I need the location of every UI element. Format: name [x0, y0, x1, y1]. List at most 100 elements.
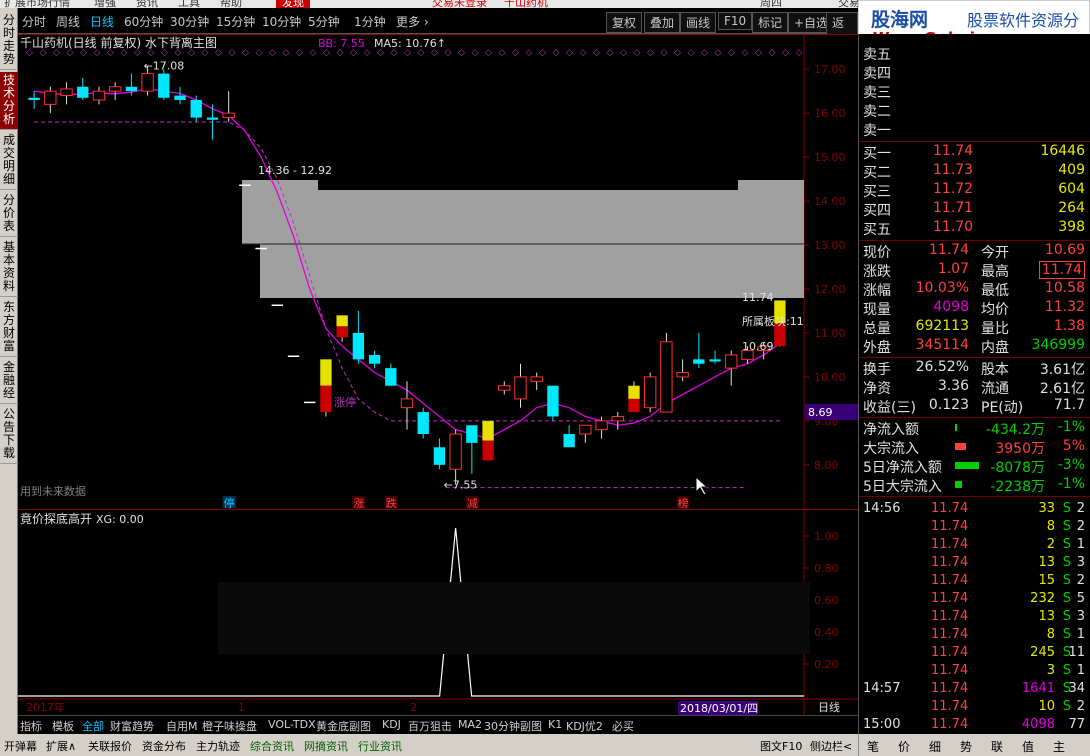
menu-item[interactable]: 资讯	[136, 0, 158, 8]
stat-label: 收益(三)	[863, 400, 916, 416]
period-tab[interactable]: 15分钟	[216, 13, 255, 30]
indicator-tab[interactable]: 橙子味操盘	[202, 718, 257, 734]
candle-body	[108, 86, 122, 92]
tick-count: 3	[1076, 609, 1085, 624]
indicator-tab[interactable]: 30分钟副图	[484, 718, 542, 734]
stat-label: 换手	[863, 362, 891, 378]
toolbar-button[interactable]: 叠加	[644, 12, 681, 33]
bottom-tab[interactable]: 关联报价	[88, 738, 132, 754]
period-tab[interactable]: 周线	[56, 13, 80, 30]
indicator-tab[interactable]: 全部	[82, 718, 104, 734]
menu-item[interactable]: 交易未登录	[432, 0, 487, 8]
indicator-tab[interactable]: 黄金底副图	[316, 718, 371, 734]
indicator-tab[interactable]: MA2	[458, 718, 482, 731]
quote-panel-tab[interactable]: 势	[960, 738, 972, 755]
indicator-tab[interactable]: KDJ	[382, 718, 401, 731]
period-tab[interactable]: 10分钟	[262, 13, 301, 30]
left-nav-item[interactable]: 金融经	[0, 359, 18, 404]
indicator-tab[interactable]: 自用M	[166, 718, 198, 734]
stat-label: 总量	[863, 321, 891, 337]
indicator-tab[interactable]: 模板	[52, 718, 74, 734]
candle-body	[595, 420, 608, 431]
left-nav-item[interactable]: 分时走势	[0, 12, 18, 70]
menu-item[interactable]: 交易	[838, 0, 860, 8]
menu-item[interactable]: 增强	[94, 0, 116, 8]
left-nav-item[interactable]: 东方财富	[0, 299, 18, 357]
period-tab[interactable]: 60分钟	[124, 13, 163, 30]
indicator-panel[interactable]: 竟价探底高开 XG: 0.00 1.00 0.80 0.60 0.40 0.20 2017年 1…	[18, 510, 858, 715]
tick-count: 11	[1068, 645, 1085, 660]
left-nav-item[interactable]: 技术分析	[0, 72, 18, 130]
bottom-tab[interactable]: 主力轨迹	[196, 738, 240, 754]
stat-value: 1.38	[1053, 318, 1085, 334]
indicator-tab[interactable]: 指标	[20, 718, 42, 734]
left-nav-item[interactable]: 分价表	[0, 192, 18, 237]
tick-row: 11.74 2 S 1	[863, 537, 1089, 555]
candle-body	[44, 90, 57, 105]
bid-volume: 16446	[1040, 143, 1085, 159]
period-tab[interactable]: 1分钟	[354, 13, 386, 30]
period-tab[interactable]: 5分钟	[308, 13, 340, 30]
y-tick-label: 17.00	[814, 63, 846, 76]
toolbar-button[interactable]: 复权	[606, 12, 643, 33]
candle-body	[660, 341, 673, 413]
kline-svg[interactable]: 17.00 16.00 15.00 14.00 13.00 12.00 11.00 10.00…	[18, 34, 858, 510]
event-marker: 涨	[353, 497, 364, 510]
tick-volume: 4098	[1021, 717, 1055, 732]
menu-item[interactable]: 千山药机	[504, 0, 548, 8]
period-tab[interactable]: 日线	[90, 13, 114, 30]
menu-item[interactable]: 发现	[276, 0, 310, 8]
menu-item[interactable]: 帮助	[220, 0, 242, 8]
left-nav-item[interactable]: 成交明细	[0, 132, 18, 190]
bid-row: 买一 11.74 16446	[863, 143, 1089, 162]
period-tab[interactable]: 分时	[22, 13, 46, 30]
candle-body	[449, 433, 462, 470]
indicator-tab[interactable]: VOL-TDX	[268, 718, 316, 731]
left-nav-item[interactable]: 基本资料	[0, 239, 18, 297]
bottom-tab[interactable]: 综合资讯	[250, 738, 294, 754]
bottom-right-tab[interactable]: 侧边栏<	[810, 738, 852, 754]
flow-label: 5日大宗流入	[863, 479, 942, 495]
kline-chart[interactable]: 17.00 16.00 15.00 14.00 13.00 12.00 11.00 10.00…	[18, 34, 858, 510]
quote-panel-tab[interactable]: 价	[898, 738, 910, 755]
stat-label: 内盘	[981, 340, 1009, 356]
bottom-tab[interactable]: 扩展∧	[46, 738, 76, 754]
stat-value: 3.36	[937, 378, 969, 394]
left-nav-item[interactable]: 公告下载	[0, 406, 18, 464]
indicator-tab[interactable]: 财富趋势	[110, 718, 154, 734]
menu-item[interactable]: 周四	[760, 0, 782, 8]
quote-panel-tab[interactable]: 值	[1022, 738, 1034, 755]
indicator-tab[interactable]: 百万狙击	[408, 718, 452, 734]
divider	[859, 417, 1090, 418]
stat-row: 换手 26.52% 股本 3.61亿	[863, 359, 1089, 378]
quote-panel-tab[interactable]: 笔	[867, 738, 879, 755]
flow-value: -8078万	[990, 460, 1045, 476]
toolbar-button[interactable]: 画线	[680, 12, 717, 33]
quote-panel-tab[interactable]: 细	[929, 738, 941, 755]
bottom-tab[interactable]: 行业资讯	[358, 738, 402, 754]
toolbar-button[interactable]: F10	[718, 12, 753, 30]
bid-price: 11.73	[933, 162, 974, 178]
tick-count: 1	[1076, 627, 1085, 642]
indicator-tab[interactable]: K1	[548, 718, 562, 731]
quote-panel-tab[interactable]: 主	[1053, 738, 1065, 755]
tick-volume: 13	[1038, 555, 1055, 570]
indicator-tab[interactable]: KDJ优2	[566, 718, 603, 734]
bottom-tab[interactable]: 网摘资讯	[304, 738, 348, 754]
menu-item[interactable]: 扩展市场行情	[4, 0, 70, 8]
bid-price: 11.72	[933, 181, 974, 197]
tick-row: 14:57 11.74 1641 S 34	[863, 681, 1089, 699]
toolbar-button[interactable]: 标记	[752, 12, 789, 33]
period-tab[interactable]: 30分钟	[170, 13, 209, 30]
bottom-tab[interactable]: 开弹幕	[4, 738, 37, 754]
marker-diamond: ◇	[674, 48, 681, 58]
indicator-tab[interactable]: 必买	[612, 718, 634, 734]
tick-row: 11.74 8 S 1	[863, 627, 1089, 645]
bottom-tab[interactable]: 资金分布	[142, 738, 186, 754]
period-tab[interactable]: 更多 ›	[396, 13, 429, 30]
menu-item[interactable]: 工具	[178, 0, 200, 8]
indicator-svg[interactable]: 竟价探底高开 XG: 0.00 1.00 0.80 0.60 0.40 0.20 2017年 1…	[18, 510, 858, 715]
candle-body	[190, 99, 202, 118]
quote-panel-tab[interactable]: 联	[991, 738, 1003, 755]
bottom-right-tab[interactable]: 图文F10	[760, 738, 802, 754]
